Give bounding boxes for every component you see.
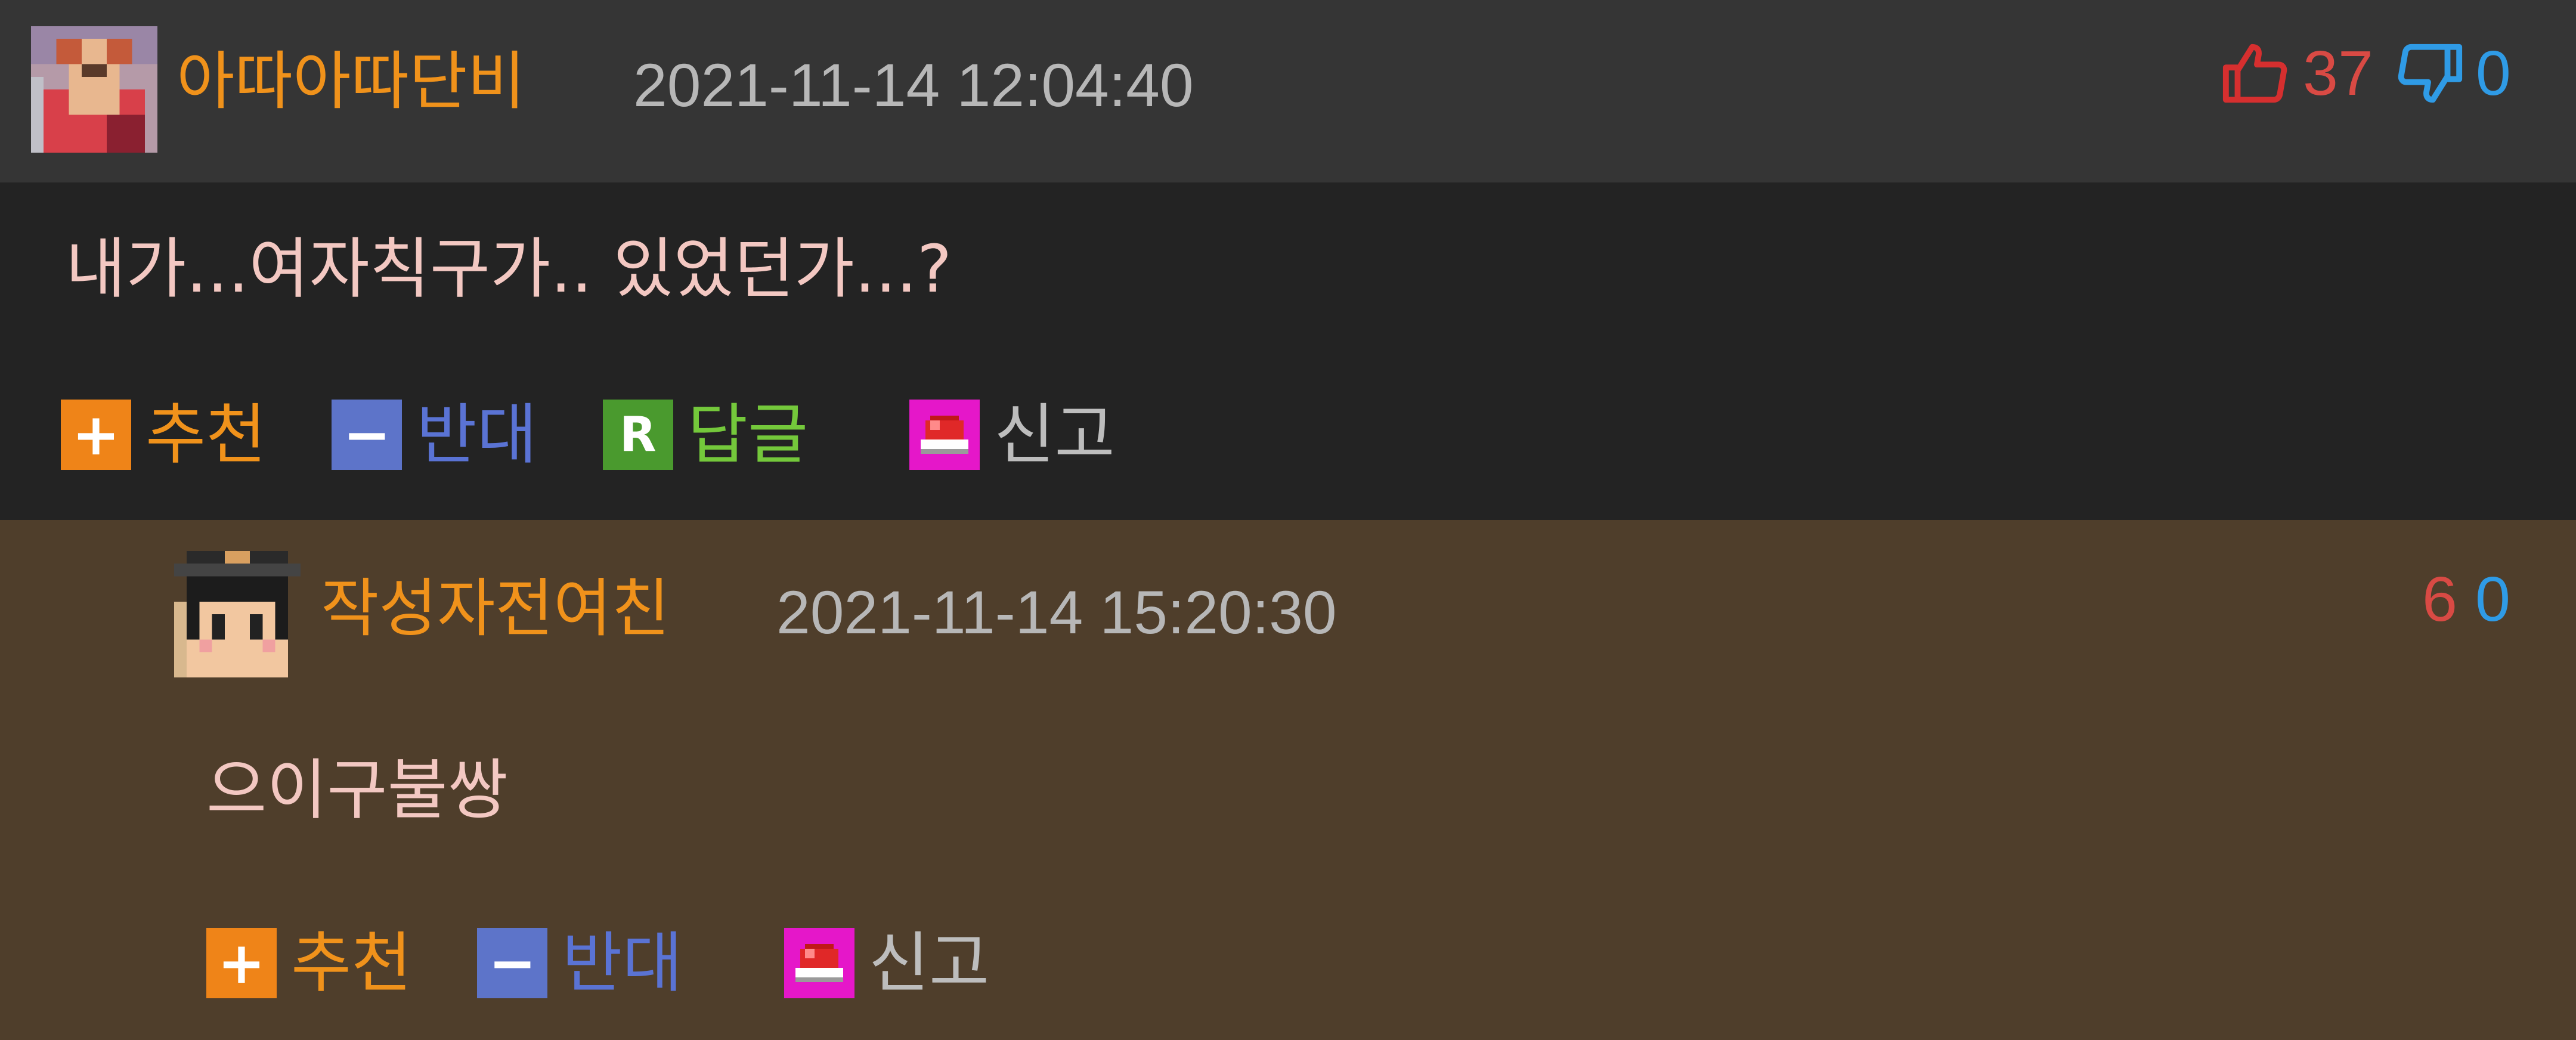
comment-datetime: 2021-11-14 12:04:40	[633, 51, 1194, 119]
plus-icon: +	[61, 400, 131, 470]
report-button[interactable]: 신고	[909, 397, 1115, 473]
comment-actions: + 추천 − 반대 R 답글 신고	[61, 400, 1115, 470]
reply-downvote-count: 0	[2475, 564, 2510, 634]
comment-upvote-count: 37	[2303, 38, 2373, 109]
oppose-button[interactable]: − 반대	[332, 400, 537, 470]
siren-icon	[909, 400, 980, 470]
comment-body: 내가...여자칙구가.. 있었던가...? + 추천 − 반대 R 답글 신고	[0, 182, 2576, 520]
minus-icon: −	[477, 928, 548, 998]
reply-button[interactable]: R 답글	[602, 397, 809, 473]
reply-datetime: 2021-11-14 15:20:30	[776, 578, 1337, 646]
avatar[interactable]	[31, 26, 157, 153]
reply-icon: R	[602, 400, 673, 470]
recommend-label: 추천	[291, 925, 412, 1001]
comment-text: 내가...여자칙구가.. 있었던가...?	[66, 231, 952, 307]
comment-nickname[interactable]: 아따아따단비	[177, 50, 525, 113]
reply-label: 답글	[687, 397, 809, 473]
recommend-button[interactable]: + 추천	[206, 928, 411, 998]
oppose-label: 반대	[416, 397, 537, 473]
reply-comment: 작성자전여친 2021-11-14 15:20:30 6 0 으이구불쌍 + 추…	[0, 520, 2576, 1040]
reply-upvote-count: 6	[2422, 564, 2457, 634]
report-label: 신고	[868, 925, 990, 1001]
thumbs-down-icon[interactable]	[2395, 38, 2465, 109]
report-label: 신고	[994, 397, 1115, 473]
avatar[interactable]	[174, 551, 301, 677]
recommend-button[interactable]: + 추천	[61, 400, 266, 470]
reply-actions: + 추천 − 반대 신고	[206, 928, 989, 998]
reply-text: 으이구불쌍	[206, 752, 508, 828]
recommend-label: 추천	[145, 397, 267, 473]
oppose-button[interactable]: − 반대	[477, 925, 683, 1001]
plus-icon: +	[206, 928, 277, 998]
thumbs-up-icon[interactable]	[2219, 38, 2291, 109]
oppose-label: 반대	[562, 925, 683, 1001]
comment-vote-counts: 37 0	[2219, 38, 2511, 109]
comment-thread: 아따아따단비 2021-11-14 12:04:40 37 0 내가...여자칙…	[0, 0, 2576, 1040]
report-button[interactable]: 신고	[784, 928, 989, 998]
reply-vote-counts: 6 0	[2422, 568, 2510, 631]
minus-icon: −	[332, 400, 402, 470]
comment-header: 아따아따단비 2021-11-14 12:04:40 37 0	[0, 0, 2576, 182]
comment-downvote-count: 0	[2475, 38, 2511, 109]
siren-icon	[784, 928, 854, 998]
reply-nickname[interactable]: 작성자전여친	[321, 577, 670, 640]
